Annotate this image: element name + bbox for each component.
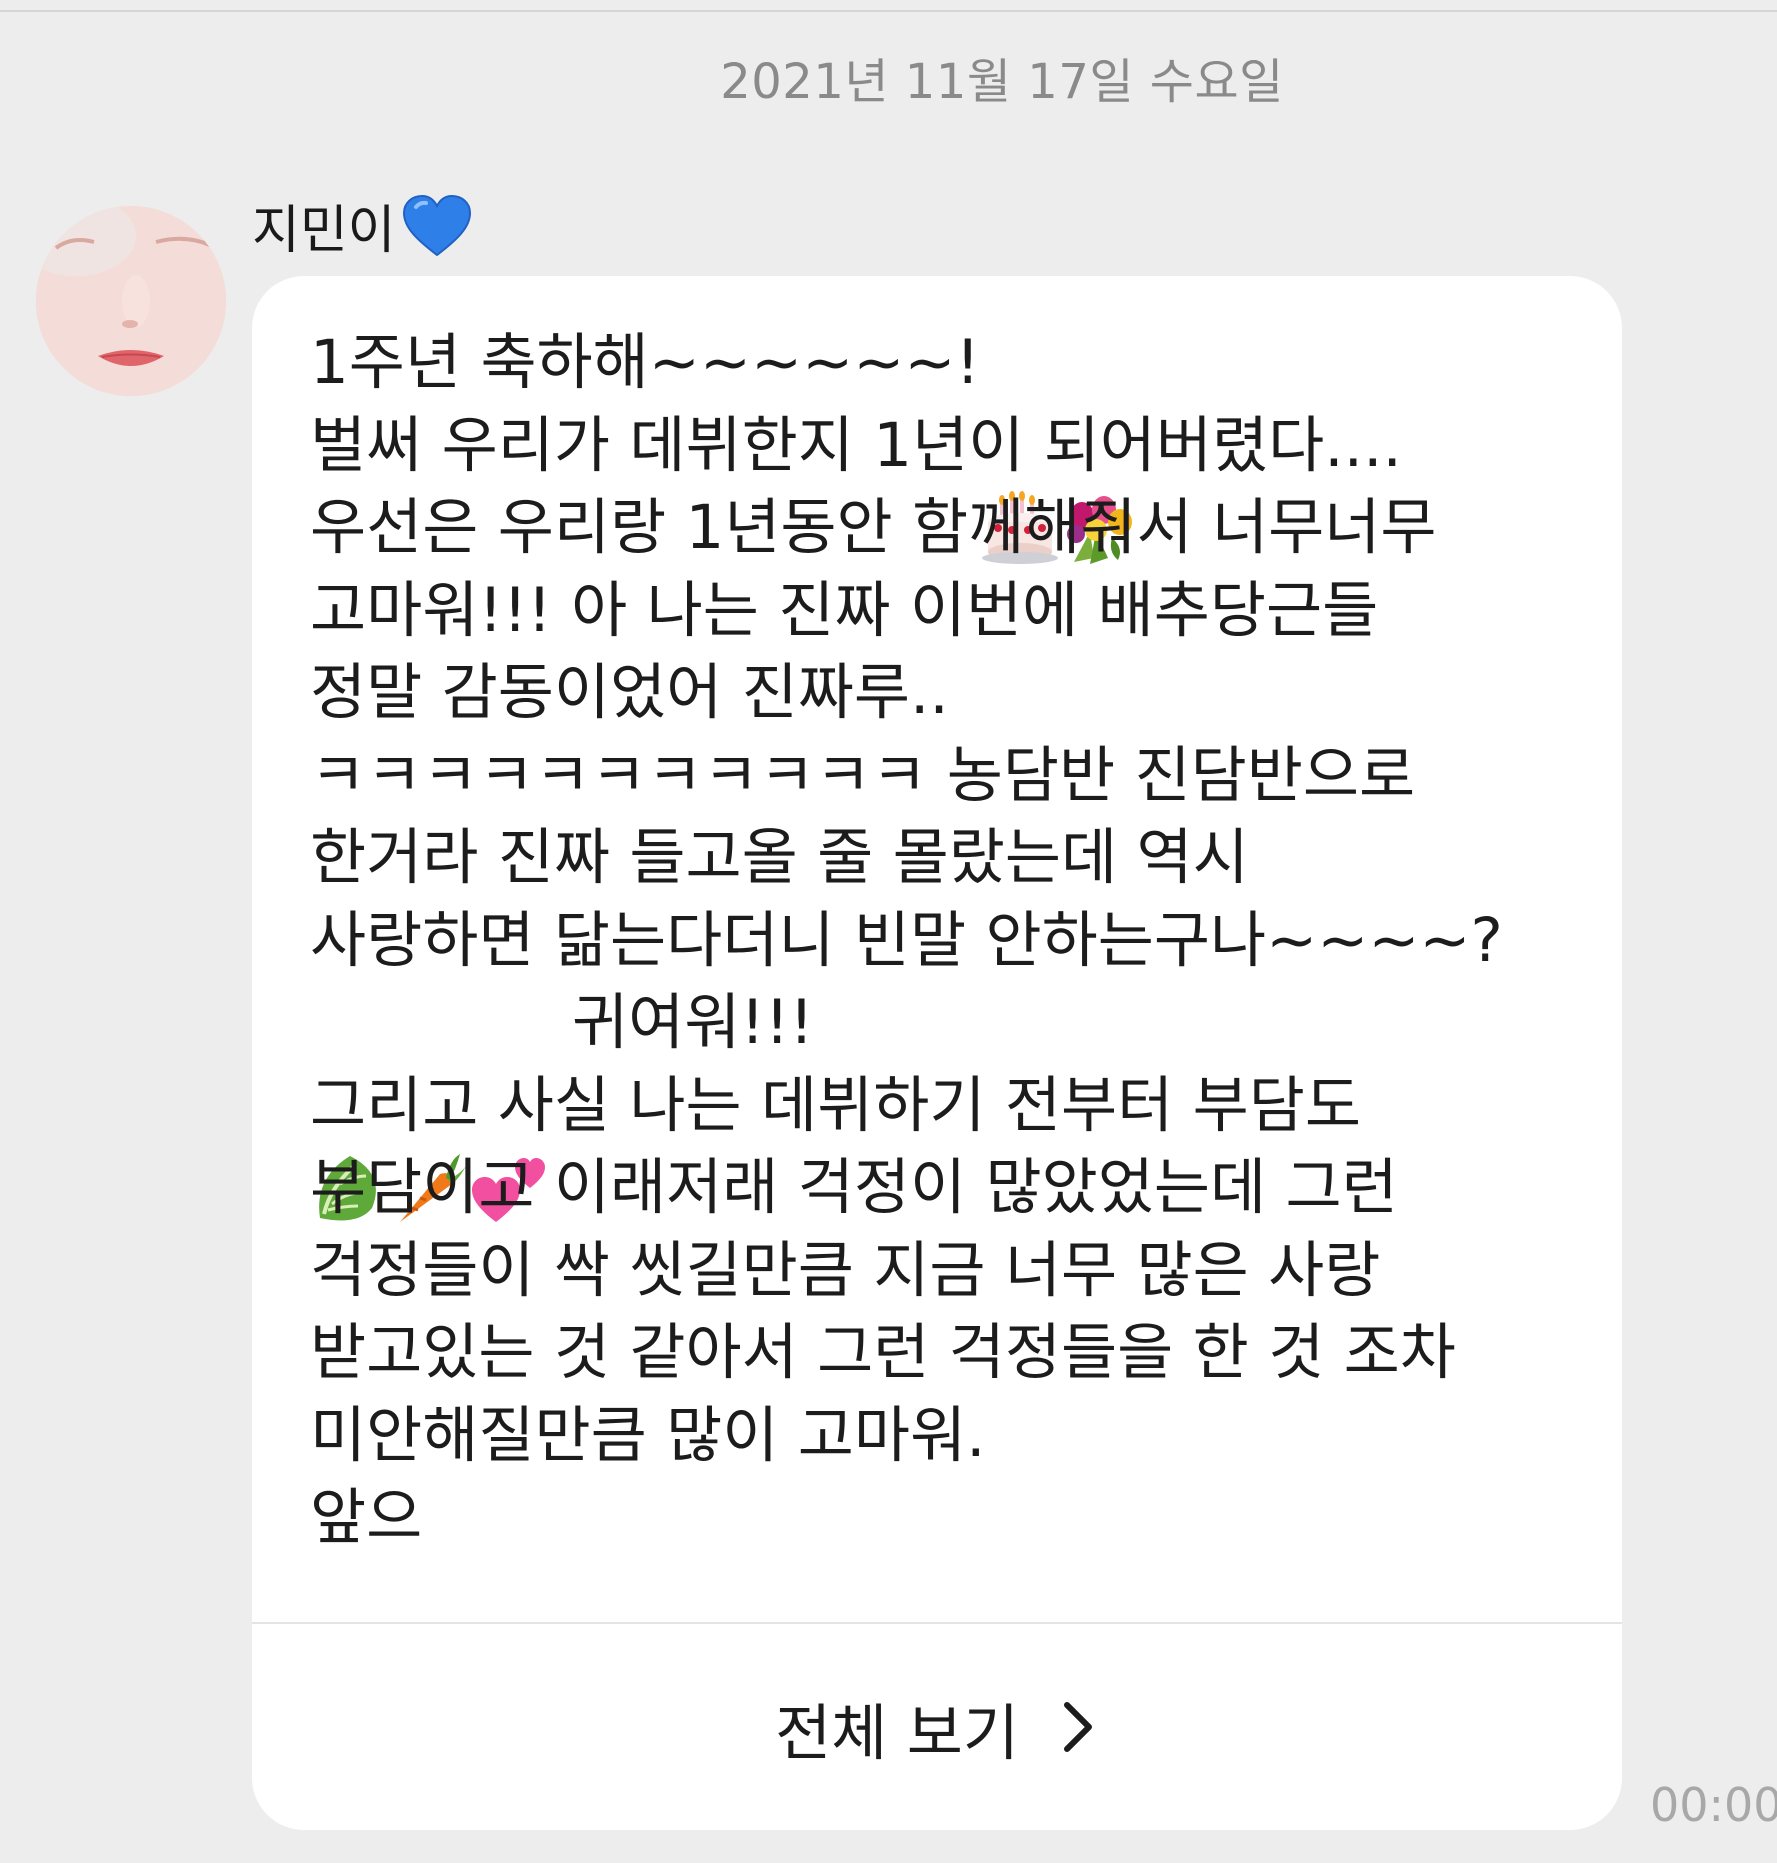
message-line-text: 우선은 우리랑 1년동안 함께해줘서 너무너무 xyxy=(310,492,1437,563)
message-line: ㅋㅋㅋㅋㅋㅋㅋㅋㅋㅋㅋ 농담반 진담반으로 xyxy=(310,735,1590,818)
message-line: 그리고 사실 나는 데뷔하기 전부터 부담도 xyxy=(310,1065,1590,1148)
blue-heart-icon xyxy=(402,194,472,257)
top-divider xyxy=(0,10,1777,12)
message-line-text: 귀여워!!! xyxy=(572,987,814,1058)
message-line: 한거라 진짜 들고올 줄 몰랐는데 역시 xyxy=(310,817,1590,900)
message-line-text: 받고있는 것 같아서 그런 걱정들을 한 것 조차 xyxy=(310,1317,1456,1388)
message-timestamp: 00:00 xyxy=(1650,1778,1777,1832)
sender-name-text: 지민이 xyxy=(252,201,396,261)
sender-name[interactable]: 지민이 xyxy=(252,188,472,263)
message-body: 1주년 축하해~~~~~~! 벌써 우리가 데뷔한지 1년이 되어버렸다....… xyxy=(310,322,1590,1560)
message-bubble[interactable]: 1주년 축하해~~~~~~! 벌써 우리가 데뷔한지 1년이 되어버렸다....… xyxy=(252,276,1622,1830)
message-line: 귀여워!!! xyxy=(310,982,1590,1223)
message-line-text: 한거라 진짜 들고올 줄 몰랐는데 역시 xyxy=(310,822,1249,893)
bouquet-icon xyxy=(1060,323,1140,565)
leafy-green-icon xyxy=(310,983,390,1221)
message-line: 정말 감동이었어 진짜루.. xyxy=(310,652,1590,735)
message-line-text: 1주년 축하해~~~~~~! xyxy=(310,327,980,398)
message-line-text: 고마워!!! 아 나는 진짜 이번에 배추당근들 xyxy=(310,574,1379,646)
message-line-text: ㅋㅋㅋㅋㅋㅋㅋㅋㅋㅋㅋ 농담반 진담반으로 xyxy=(310,739,1416,811)
message-line-text: 벌써 우리가 데뷔한지 1년이 되어버렸다.... xyxy=(310,409,1402,481)
two-hearts-icon xyxy=(470,983,550,1223)
message-line-text: 미안해질만큼 많이 고마워. xyxy=(310,1399,986,1471)
message-line: 벌써 우리가 데뷔한지 1년이 되어버렸다.... xyxy=(310,405,1590,488)
chevron-right-icon xyxy=(1059,1697,1099,1757)
message-line-text: 걱정들이 싹 씻길만큼 지금 너무 많은 사랑 xyxy=(310,1234,1381,1306)
message-line: 미안해질만큼 많이 고마워. xyxy=(310,1395,1590,1478)
view-all-button[interactable]: 전체 보기 xyxy=(252,1624,1622,1830)
sender-avatar[interactable] xyxy=(36,206,226,396)
message-line: 걱정들이 싹 씻길만큼 지금 너무 많은 사랑 xyxy=(310,1230,1590,1313)
message-line-text: 사랑하면 닮는다더니 빈말 안하는구나~~~~? xyxy=(310,904,1503,976)
message-line: 부담이고 이래저래 걱정이 많았었는데 그런 xyxy=(310,1147,1590,1230)
message-line: 앞으 xyxy=(310,1477,1590,1560)
date-header: 2021년 11월 17일 수요일 xyxy=(720,54,1284,110)
message-line: 우선은 우리랑 1년동안 함께해줘서 너무너무 xyxy=(310,487,1590,570)
message-line: 1주년 축하해~~~~~~! xyxy=(310,322,1590,565)
carrot-icon xyxy=(390,983,470,1223)
message-line-text: 그리고 사실 나는 데뷔하기 전부터 부담도 xyxy=(310,1069,1361,1141)
message-line: 사랑하면 닮는다더니 빈말 안하는구나~~~~? xyxy=(310,900,1590,983)
birthday-cake-icon xyxy=(980,323,1060,565)
message-line-text: 부담이고 이래저래 걱정이 많았었는데 그런 xyxy=(310,1152,1398,1223)
message-line: 고마워!!! 아 나는 진짜 이번에 배추당근들 xyxy=(310,570,1590,653)
message-line-text: 정말 감동이었어 진짜루.. xyxy=(310,657,949,728)
view-all-label: 전체 보기 xyxy=(775,1697,1019,1769)
message-line: 받고있는 것 같아서 그런 걱정들을 한 것 조차 xyxy=(310,1312,1590,1395)
message-line-text: 앞으 xyxy=(310,1482,423,1553)
